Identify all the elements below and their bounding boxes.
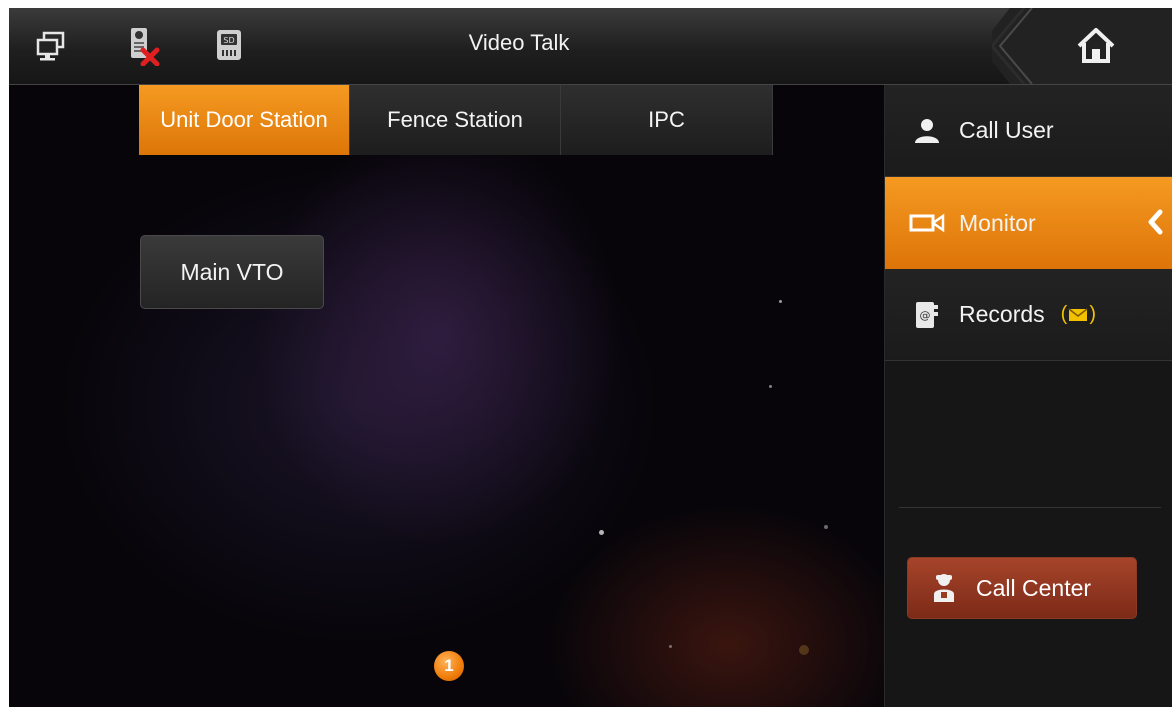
tab-fence-station[interactable]: Fence Station: [350, 85, 561, 155]
background-star: [799, 645, 809, 655]
operator-icon: [932, 572, 956, 604]
unread-mail-icon: ( ): [1060, 303, 1096, 325]
page-title: Video Talk: [468, 30, 570, 55]
background-star: [669, 645, 672, 648]
page-indicator[interactable]: 1: [434, 651, 464, 681]
tab-ipc[interactable]: IPC: [561, 85, 773, 155]
divider: [899, 507, 1161, 508]
sd-card-icon[interactable]: SD: [207, 24, 251, 68]
call-center-label: Call Center: [976, 574, 1092, 601]
monitor-icon[interactable]: [29, 24, 73, 68]
background-star: [779, 300, 782, 303]
svg-text:@: @: [920, 309, 931, 322]
chevron-left-icon: [1147, 209, 1163, 241]
home-icon: [1076, 26, 1116, 69]
home-button[interactable]: [980, 8, 1172, 85]
camera-icon: [907, 212, 947, 234]
background-star: [599, 530, 604, 535]
station-tabs: Unit Door Station Fence Station IPC: [139, 85, 773, 155]
sidebar-item-records[interactable]: @ Records ( ): [885, 269, 1172, 361]
sidebar-item-label: Monitor: [959, 209, 1036, 236]
sidebar: Call User Monitor @ Records () Call Cen…: [884, 85, 1172, 707]
svg-text:SD: SD: [223, 36, 234, 45]
records-icon: @: [907, 300, 947, 330]
sidebar-item-monitor[interactable]: Monitor: [885, 177, 1172, 269]
tab-unit-door-station[interactable]: Unit Door Station: [139, 85, 350, 155]
user-icon: [907, 117, 947, 145]
sidebar-item-label: Call User: [959, 117, 1054, 143]
top-bar: SD Video Talk: [9, 8, 1172, 85]
monitor-panel: Unit Door Station Fence Station IPC Main…: [9, 85, 884, 707]
call-center-button[interactable]: Call Center: [907, 557, 1137, 619]
device-main-vto-button[interactable]: Main VTO: [140, 235, 324, 309]
disconnected-device-icon[interactable]: [121, 24, 165, 68]
background-star: [769, 385, 772, 388]
sidebar-item-label: Records: [959, 301, 1045, 327]
app-window: SD Video Talk Unit Door Station Fence St…: [9, 8, 1172, 707]
sidebar-item-call-user[interactable]: Call User: [885, 85, 1172, 177]
background-star: [824, 525, 828, 529]
